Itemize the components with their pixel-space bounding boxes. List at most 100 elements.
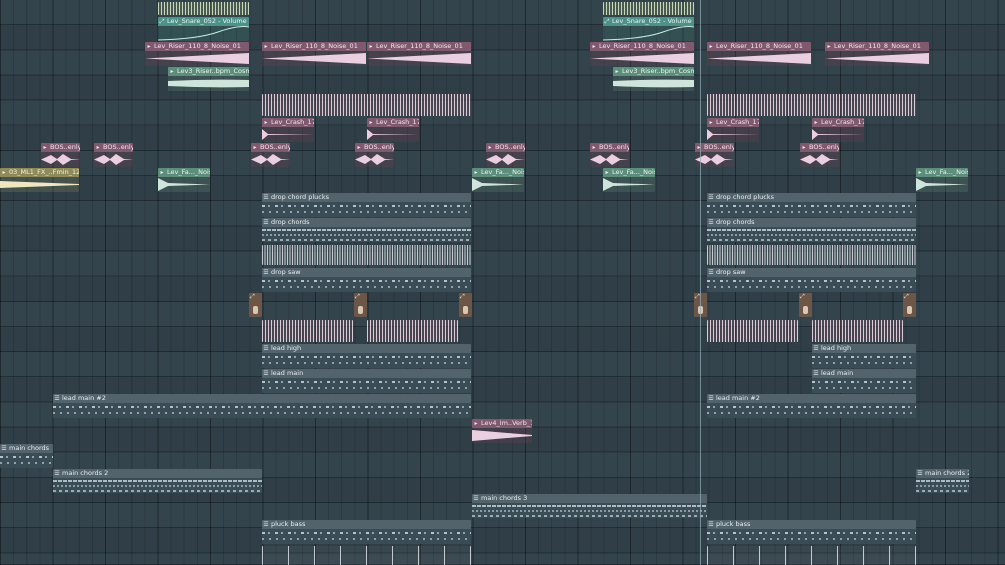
audio-clip[interactable]: ▸Lev_Fa..._Noise	[916, 168, 968, 192]
audio-clip[interactable]	[707, 320, 798, 342]
clip-label: Lev_Crash_17	[271, 118, 314, 126]
audio-clip[interactable]: ▸ BOS..enly	[251, 143, 290, 167]
pattern-clip[interactable]: ☰ main chords 2	[916, 469, 969, 493]
audio-clip-icon: ▸	[2, 168, 6, 176]
pattern-clip[interactable]: ☰ drop saw	[707, 268, 916, 292]
audio-clip[interactable]: ▸ BOS..enly	[800, 143, 839, 167]
audio-clip[interactable]: ▸Lev_Fa..._Noise	[158, 168, 210, 192]
automation-clip[interactable]: ⤢ Lev_Snare_052 - Volume	[158, 17, 249, 41]
audio-clip[interactable]	[603, 2, 694, 15]
pattern-clip[interactable]: ☰ lead main #2	[53, 394, 471, 418]
clip-label: Lev3_Riser..bpm_Cosmic	[622, 67, 694, 75]
clip-label: Lev_Crash_17	[716, 118, 759, 126]
audio-clip[interactable]	[367, 320, 458, 342]
audio-clip-icon: ▸	[488, 143, 492, 151]
audio-clip[interactable]: ▸ Lev_Riser_110_8_Noise_01	[367, 42, 471, 66]
audio-clip-icon: ▸	[170, 67, 174, 75]
clip-label: drop saw	[716, 268, 746, 276]
clip-label: BOS..enly	[103, 143, 133, 151]
clip-label: Lev_Riser_110_8_Noise_01	[599, 42, 686, 50]
pattern-icon: ☰	[473, 494, 479, 502]
audio-clip[interactable]	[262, 320, 353, 342]
audio-clip[interactable]: ▸ BOS..enly	[486, 143, 525, 167]
audio-clip-icon: ▸	[357, 143, 361, 151]
automation-icon: ⤢	[355, 293, 360, 300]
clip-label: drop chords	[271, 218, 310, 226]
pattern-clip[interactable]: ☰ main chords 2	[53, 469, 262, 493]
audio-clip[interactable]: ▸ Lev_Crash_17	[367, 118, 419, 142]
audio-clip[interactable]: ▸Lev3_Riser..bpm_Cosmic	[613, 67, 694, 91]
audio-clip-icon: ▸	[592, 42, 596, 50]
audio-clip[interactable]: ▸ Lev_Crash_17	[262, 118, 314, 142]
pattern-clip[interactable]: ☰ drop chords	[707, 218, 916, 242]
audio-clip[interactable]: ▸ Lev_Riser_110_8_Noise_01	[262, 42, 366, 66]
audio-clip[interactable]: ▸ Lev_Crash_17	[707, 118, 759, 142]
pattern-clip[interactable]: ☰ lead main #2	[707, 394, 916, 418]
audio-clip-icon: ▸	[615, 67, 619, 75]
audio-clip[interactable]	[707, 245, 916, 265]
audio-clip[interactable]: ▸ BOS..enly	[41, 143, 80, 167]
pattern-clip[interactable]: ☰ pluck bass	[262, 520, 471, 544]
clip-label: main chords 2	[925, 469, 969, 477]
automation-clip[interactable]: ⤢	[799, 293, 812, 317]
pattern-clip[interactable]: ☰ lead main	[262, 369, 471, 393]
pattern-clip[interactable]: ☰ main chords	[0, 444, 53, 468]
automation-clip[interactable]: ⤢ Lev_Snare_052 - Volume	[603, 17, 694, 41]
audio-clip[interactable]	[812, 320, 903, 342]
clip-label: Lev_Riser_110_8_Noise_01	[271, 42, 358, 50]
audio-clip-icon: ▸	[709, 42, 713, 50]
audio-clip[interactable]	[262, 94, 471, 116]
automation-icon: ⤢	[250, 293, 255, 300]
clip-label: Lev_Riser_110_8_Noise_01	[834, 42, 921, 50]
audio-clip-icon: ▸	[253, 143, 257, 151]
audio-clip[interactable]: ▸ BOS..enly	[94, 143, 133, 167]
pattern-clip[interactable]: ☰ pluck bass	[707, 520, 916, 544]
automation-icon: ⤢	[904, 293, 909, 300]
audio-clip[interactable]: ▸ BOS..enly	[590, 143, 629, 167]
automation-clip[interactable]: ⤢	[354, 293, 367, 317]
clip-label: Lev_Fa..._Noise	[612, 168, 655, 176]
audio-clip[interactable]: ▸ Lev_Riser_110_8_Noise_01	[707, 42, 811, 66]
audio-clip[interactable]: ▸Lev3_Riser..bpm_Cosmic	[168, 67, 249, 91]
audio-clip[interactable]	[707, 94, 916, 116]
audio-clip-icon: ▸	[43, 143, 47, 151]
audio-clip[interactable]: ▸ Lev_Riser_110_8_Noise_01	[825, 42, 929, 66]
pattern-clip[interactable]: ☰ main chords 3	[472, 494, 707, 518]
audio-clip[interactable]: ▸Lev_Fa..._Noise	[472, 168, 524, 192]
pattern-clip[interactable]: ☰ lead high	[812, 344, 916, 368]
audio-clip[interactable]	[262, 245, 471, 265]
audio-clip[interactable]: ▸Lev_Fa..._Noise	[603, 168, 655, 192]
automation-clip[interactable]: ⤢	[249, 293, 262, 317]
clip-label: BOS..enly	[495, 143, 525, 151]
clip-label: Lev_Crash_17	[821, 118, 864, 126]
pattern-clip[interactable]: ☰ drop chord plucks	[707, 193, 916, 217]
playhead[interactable]	[700, 0, 701, 565]
audio-clip[interactable]: ▸ 03_ML1_FX_..Fmin_120	[0, 168, 79, 192]
playlist-grid[interactable]: ⤢ Lev_Snare_052 - Volume ⤢ Lev_Snare_052 -…	[0, 0, 1005, 565]
audio-clip[interactable]	[262, 546, 471, 565]
automation-clip[interactable]: ⤢	[459, 293, 472, 317]
pattern-clip[interactable]: ☰ lead high	[262, 344, 471, 368]
audio-clip[interactable]: ▸ BOS..enly	[355, 143, 394, 167]
automation-clip[interactable]: ⤢	[903, 293, 916, 317]
audio-clip[interactable]: ▸ Lev_Riser_110_8_Noise_01	[145, 42, 249, 66]
clip-label: drop chord plucks	[716, 193, 775, 201]
audio-clip[interactable]	[707, 546, 916, 565]
audio-clip[interactable]: ▸Lev4_Im..Verb_14	[472, 419, 532, 443]
audio-clip-icon: ▸	[369, 42, 373, 50]
clip-label: 03_ML1_FX_..Fmin_120	[9, 168, 79, 176]
audio-clip-icon: ▸	[827, 42, 831, 50]
automation-icon: ⤢	[460, 293, 465, 300]
pattern-clip[interactable]: ☰ drop chords	[262, 218, 471, 242]
audio-clip-icon: ▸	[264, 118, 268, 126]
pattern-clip[interactable]: ☰ drop chord plucks	[262, 193, 471, 217]
pattern-clip[interactable]: ☰ drop saw	[262, 268, 471, 292]
audio-clip[interactable]	[158, 2, 249, 15]
audio-clip-icon: ▸	[697, 143, 701, 151]
clip-label: Lev4_Im..Verb_14	[481, 419, 532, 427]
pattern-icon: ☰	[263, 268, 269, 276]
clip-label: main chords 3	[481, 494, 528, 502]
audio-clip[interactable]: ▸ Lev_Crash_17	[812, 118, 864, 142]
audio-clip[interactable]: ▸ Lev_Riser_110_8_Noise_01	[590, 42, 694, 66]
pattern-clip[interactable]: ☰ lead main	[812, 369, 916, 393]
